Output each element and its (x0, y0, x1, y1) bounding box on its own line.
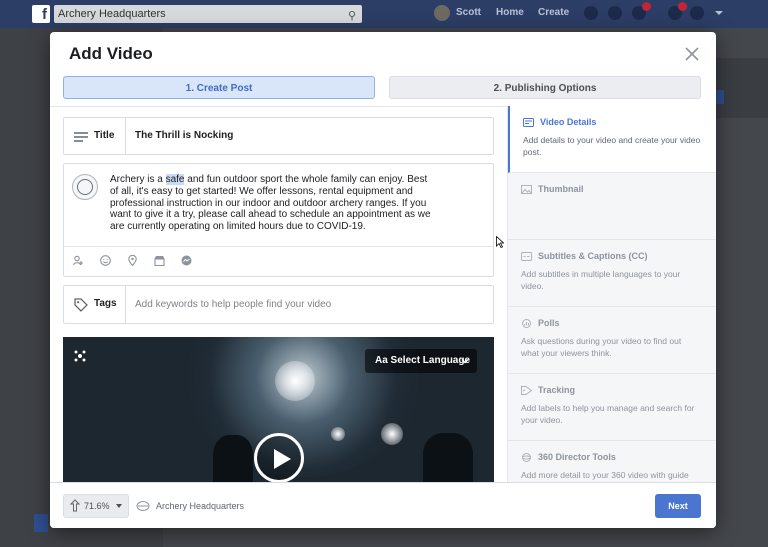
search-input[interactable]: Archery Headquarters ⚲ (54, 5, 362, 23)
tags-input[interactable]: Add keywords to help people find your vi… (135, 299, 331, 310)
sidebar-item-title: 360 Director Tools (538, 452, 616, 462)
pages-badge (678, 2, 687, 11)
next-button[interactable]: Next (655, 494, 701, 518)
messenger-icon[interactable] (608, 6, 622, 20)
right-background-area (716, 58, 768, 118)
sidebar-item-title: Tracking (538, 385, 576, 395)
lines-icon (74, 132, 88, 142)
search-value: Archery Headquarters (58, 8, 166, 20)
title-label-cell: Title (64, 118, 126, 154)
sidebar-item-title: Video Details (540, 117, 597, 127)
video-options-sidebar: Video Details Add details to your video … (507, 106, 716, 492)
sidebar-item-subtitles[interactable]: Subtitles & Captions (CC) Add subtitles … (508, 240, 716, 307)
description-field[interactable]: Archery is a safe and fun outdoor sport … (63, 163, 494, 277)
friends-icon[interactable] (584, 6, 598, 20)
location-pin-icon[interactable] (127, 255, 138, 266)
page-name: Archery Headquarters (156, 501, 245, 511)
add-video-dialog: Add Video 1. Create Post 2. Publishing O… (50, 32, 716, 528)
selected-word: safe (165, 174, 185, 185)
nav-home[interactable]: Home (496, 7, 524, 18)
upload-progress-button[interactable]: 71.6% (63, 494, 129, 518)
360-icon (522, 453, 531, 462)
sidebar-item-desc: Add labels to help you manage and search… (521, 403, 695, 425)
video-preview[interactable]: Aa Select Language (63, 337, 494, 482)
nav-user[interactable]: Scott (456, 7, 481, 18)
select-language-dropdown[interactable]: Aa Select Language (365, 349, 477, 373)
messenger-icon[interactable] (181, 255, 192, 266)
sidebar-item-title: Subtitles & Captions (CC) (538, 251, 648, 261)
chevron-down-icon (461, 359, 469, 364)
video-details-icon (523, 118, 534, 127)
search-icon[interactable]: ⚲ (348, 7, 356, 25)
play-button[interactable] (254, 433, 304, 482)
account-menu-chevron-down-icon[interactable] (712, 6, 726, 20)
title-label: Title (94, 130, 115, 141)
captions-icon (521, 252, 532, 261)
polls-icon (522, 319, 531, 328)
nav-create[interactable]: Create (538, 7, 569, 18)
video-light-small (381, 423, 403, 445)
shop-icon[interactable] (154, 255, 165, 266)
mouse-cursor-icon (496, 236, 504, 248)
sidebar-item-polls[interactable]: Polls Ask questions during your video to… (508, 307, 716, 374)
video-light-small-2 (331, 427, 345, 441)
dialog-footer: 71.6% Archery Headquarters Next (50, 482, 716, 528)
tracking-icon (521, 386, 532, 395)
sidebar-item-thumbnail[interactable]: Thumbnail (508, 173, 716, 240)
sidebar-item-tracking[interactable]: Tracking Add labels to help you manage a… (508, 374, 716, 441)
tag-icon (74, 298, 88, 312)
help-icon[interactable] (690, 6, 704, 20)
avatar[interactable] (434, 5, 450, 21)
tab-publishing-options[interactable]: 2. Publishing Options (389, 76, 701, 99)
top-navigation-bar: f Archery Headquarters ⚲ Scott Home Crea… (0, 0, 768, 28)
caret-down-icon (116, 504, 122, 508)
thumbnail-icon (521, 185, 532, 194)
title-field[interactable]: Title The Thrill is Nocking (63, 117, 494, 155)
upload-progress-value: 71.6% (84, 501, 110, 511)
play-icon (274, 449, 291, 469)
360-video-icon[interactable] (73, 349, 87, 363)
description-text-start: Archery is a (110, 174, 166, 185)
description-text[interactable]: Archery is a safe and fun outdoor sport … (110, 174, 446, 233)
tags-label-cell: Tags (64, 286, 126, 323)
emoji-icon[interactable] (100, 255, 111, 266)
tag-people-icon[interactable] (73, 255, 84, 266)
sidebar-item-desc: Add subtitles in multiple languages to y… (521, 269, 681, 291)
title-input[interactable]: The Thrill is Nocking (135, 130, 233, 141)
tags-field[interactable]: Tags Add keywords to help people find yo… (63, 285, 494, 324)
description-divider (64, 246, 493, 247)
sidebar-item-desc: Ask questions during your video to find … (521, 336, 682, 358)
dialog-title: Add Video (69, 44, 153, 63)
select-language-label: Aa Select Language (375, 355, 471, 366)
background-blue-button-bottom (34, 514, 48, 532)
sidebar-item-title: Thumbnail (538, 184, 584, 194)
upload-icon (70, 499, 80, 512)
video-light-source (275, 361, 315, 401)
tab-create-post[interactable]: 1. Create Post (63, 76, 375, 99)
video-figure-2 (423, 433, 473, 482)
sidebar-item-desc: Add details to your video and create you… (523, 135, 701, 157)
sidebar-item-video-details[interactable]: Video Details Add details to your video … (508, 106, 716, 173)
notification-badge (642, 2, 651, 11)
sidebar-item-title: Polls (538, 318, 560, 328)
background-blue-button (716, 90, 724, 104)
facebook-logo-icon[interactable]: f (32, 5, 50, 23)
close-icon[interactable] (684, 46, 700, 62)
page-avatar-logo (72, 174, 98, 200)
tags-label: Tags (94, 298, 117, 309)
page-logo-icon (136, 501, 150, 511)
video-figure (213, 435, 253, 482)
